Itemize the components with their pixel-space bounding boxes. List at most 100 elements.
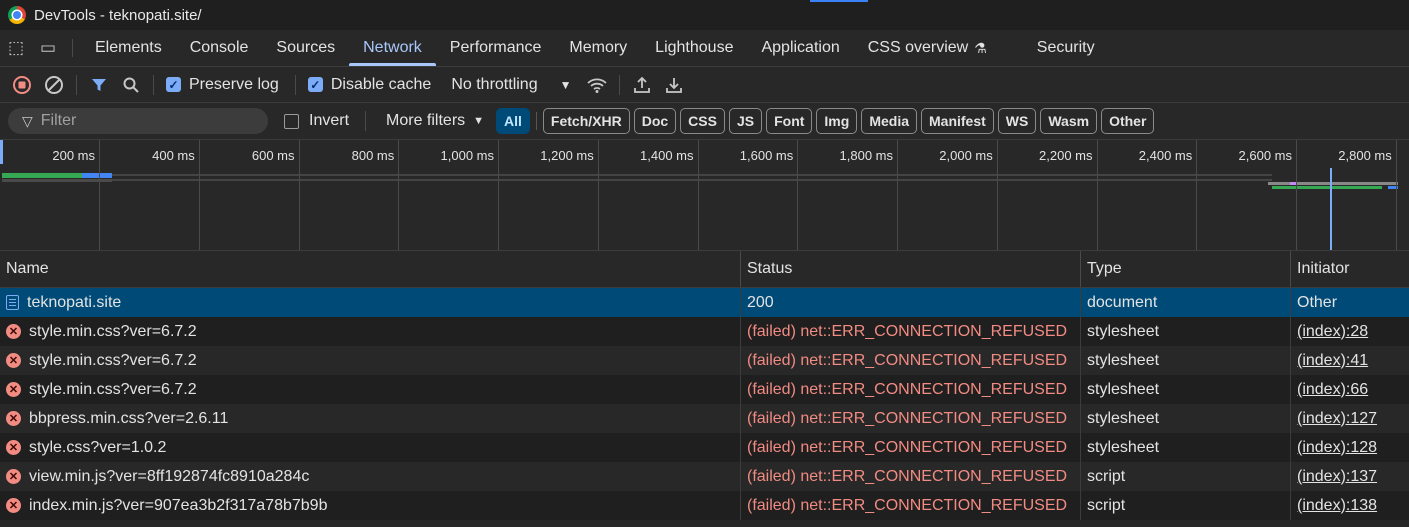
throttling-value: No throttling [451,75,538,93]
cell-type: script [1081,491,1291,520]
chip-other[interactable]: Other [1101,108,1155,134]
column-header-status[interactable]: Status [741,251,1081,287]
cell-name: ✕ view.min.js?ver=8ff192874fc8910a284c [0,462,741,491]
checkmark-icon: ✓ [307,77,323,92]
timeline-gridline [99,140,100,250]
cell-initiator: (index):41 [1291,346,1409,375]
chip-all[interactable]: All [496,108,530,134]
cell-initiator: (index):28 [1291,317,1409,346]
tab-security[interactable]: Security [1023,30,1109,66]
initiator-link: Other [1297,293,1338,311]
chip-doc[interactable]: Doc [633,108,677,134]
more-filters-label: More filters [386,112,466,129]
tab-lighthouse[interactable]: Lighthouse [641,30,747,66]
tab-console[interactable]: Console [176,30,263,66]
timeline-gridline [198,140,200,250]
request-name: bbpress.min.css?ver=2.6.11 [29,409,229,427]
chevron-down-icon: ▼ [473,115,485,127]
export-har-icon[interactable] [658,70,690,100]
timeline-gridline [996,140,998,250]
throttling-select[interactable]: No throttling ▼ [451,76,571,94]
network-conditions-icon[interactable] [581,70,613,100]
more-filters-dropdown[interactable]: More filters ▼ [386,112,484,130]
cell-status: (failed) net::ERR_CONNECTION_REFUSED [741,317,1081,346]
timeline-gridline [1096,140,1098,250]
requests-table: Name Status Type Initiator teknopati.sit… [0,251,1409,527]
tab-performance[interactable]: Performance [436,30,556,66]
import-har-icon[interactable] [626,70,658,100]
chip-media[interactable]: Media [861,108,917,134]
cell-initiator: (index):138 [1291,491,1409,520]
invert-label: Invert [309,112,350,129]
timeline-handle[interactable] [0,140,3,164]
timeline-gridline [1296,140,1297,250]
timeline-tick-label: 2,600 ms [1238,148,1292,163]
initiator-link[interactable]: (index):28 [1297,323,1368,341]
tab-memory[interactable]: Memory [555,30,641,66]
chip-img[interactable]: Img [816,108,858,134]
preserve-log-label: Preserve log [189,75,279,93]
inspect-element-icon[interactable]: ⬚ [0,30,32,66]
clear-icon[interactable] [38,70,70,100]
table-row[interactable]: ✕ style.min.css?ver=6.7.2 (failed) net::ER… [0,317,1409,346]
invert-checkbox[interactable]: Invert [284,112,349,130]
cell-type: stylesheet [1081,346,1291,375]
chip-css[interactable]: CSS [680,108,725,134]
request-name: style.min.css?ver=6.7.2 [29,322,197,340]
timeline-bar-late-green [1272,186,1382,189]
column-header-name[interactable]: Name [0,251,741,287]
checkmark-icon: ✓ [166,77,181,92]
timeline-tick-label: 1,000 ms [440,148,494,163]
search-icon[interactable] [115,70,147,100]
initiator-link[interactable]: (index):66 [1297,381,1368,399]
initiator-link[interactable]: (index):41 [1297,352,1368,370]
disable-cache-checkbox[interactable]: ✓ Disable cache [307,76,431,94]
stop-recording-icon[interactable] [6,70,38,100]
initiator-link[interactable]: (index):138 [1297,497,1377,515]
table-row[interactable]: ✕ view.min.js?ver=8ff192874fc8910a284c (fa… [0,462,1409,491]
chip-wasm[interactable]: Wasm [1040,108,1098,134]
timeline-overview[interactable]: 200 ms 400 ms 600 ms 800 ms 1,000 ms 1,200 ms… [0,140,1409,251]
initiator-link[interactable]: (index):128 [1297,439,1377,457]
filter-input[interactable]: ▽ Filter [8,108,268,134]
table-row[interactable]: ✕ style.min.css?ver=6.7.2 (failed) net::ER… [0,375,1409,404]
filter-funnel-icon[interactable] [83,70,115,100]
timeline-tick-label: 1,600 ms [739,148,794,163]
filter-divider [365,111,367,131]
table-row[interactable]: ✕ bbpress.min.css?ver=2.6.11 (failed) net:… [0,404,1409,433]
timeline-gridline [597,140,599,250]
cell-type: document [1081,288,1291,317]
tab-network[interactable]: Network [349,30,436,66]
error-icon: ✕ [6,382,21,397]
cell-type: stylesheet [1081,317,1291,346]
chip-ws[interactable]: WS [997,108,1037,134]
request-name: view.min.js?ver=8ff192874fc8910a284c [29,467,310,485]
table-row[interactable]: ✕ style.css?ver=1.0.2 (failed) net::ERR_CO… [0,433,1409,462]
chip-manifest[interactable]: Manifest [921,108,994,134]
filter-funnel-icon: ▽ [22,112,33,129]
tab-elements[interactable]: Elements [81,30,176,66]
table-row[interactable]: teknopati.site 200 document Other [0,288,1409,317]
chip-font[interactable]: Font [766,108,813,134]
table-row[interactable]: ✕ index.min.js?ver=907ea3b2f317a78b7b9b (f… [0,491,1409,520]
column-header-initiator[interactable]: Initiator [1291,251,1409,287]
tab-application[interactable]: Application [747,30,853,66]
error-icon: ✕ [6,324,21,339]
tab-css-overview[interactable]: CSS overview ⚗ [854,30,1001,66]
dom-content-loaded-marker [1330,168,1332,250]
timeline-bar-track [112,174,1272,176]
device-toolbar-icon[interactable]: ▭ [32,30,64,66]
chip-fetch-xhr[interactable]: Fetch/XHR [542,108,630,134]
table-row[interactable]: ✕ style.min.css?ver=6.7.2 (failed) net::ER… [0,346,1409,375]
tab-sources[interactable]: Sources [262,30,349,66]
table-body: teknopati.site 200 document Other ✕ style.min… [0,288,1409,520]
timeline-bar-stall [2,179,112,182]
preserve-log-checkbox[interactable]: ✓ Preserve log [166,76,279,94]
window-titlebar: DevTools - teknopati.site/ [0,0,1409,30]
initiator-link[interactable]: (index):137 [1297,468,1377,486]
initiator-link[interactable]: (index):127 [1297,410,1377,428]
column-header-type[interactable]: Type [1081,251,1291,287]
cell-type: stylesheet [1081,375,1291,404]
chip-js[interactable]: JS [728,108,763,134]
timeline-tick-label: 1,400 ms [640,148,694,163]
